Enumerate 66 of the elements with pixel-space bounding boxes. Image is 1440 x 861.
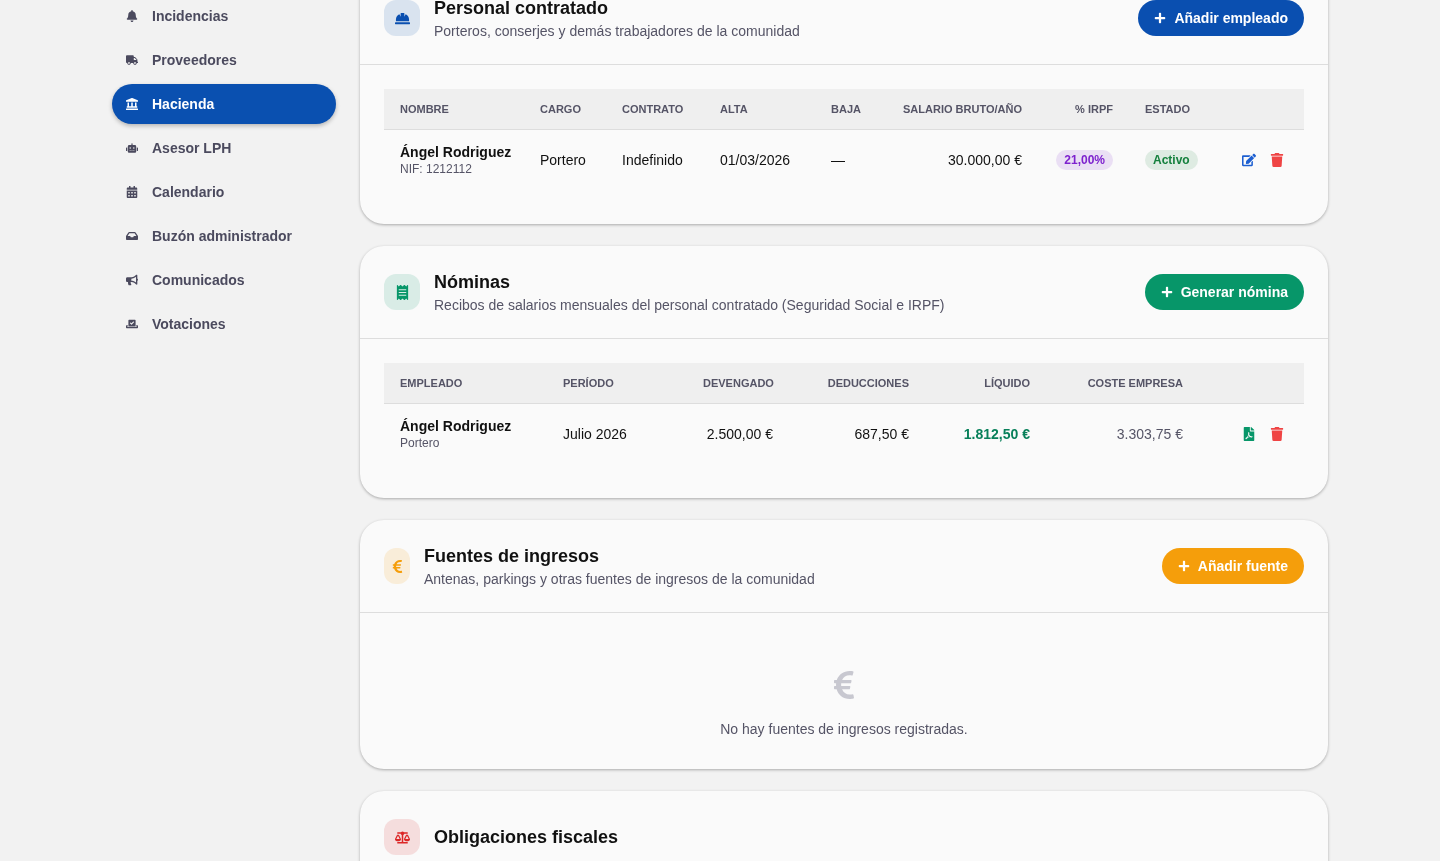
empty-message: No hay fuentes de ingresos registradas. bbox=[720, 721, 968, 737]
column-header: % IRPF bbox=[1074, 103, 1114, 115]
table-cell-text: 2.500,00 € bbox=[705, 426, 774, 442]
truck-icon bbox=[126, 54, 138, 66]
employee-detail: Portero bbox=[400, 436, 441, 450]
sidebar-item[interactable]: Asesor LPH bbox=[112, 128, 336, 168]
table-cell-text: 1.812,50 € bbox=[962, 426, 1031, 442]
table-cell-text: 01/03/2026 bbox=[719, 152, 792, 168]
table-cell-text: 687,50 € bbox=[853, 426, 910, 442]
section-subtitle: Porteros, conserjes y demás trabajadores de la comunidad bbox=[434, 22, 801, 39]
table-cell-text: — bbox=[830, 152, 846, 168]
column-header: ALTA bbox=[719, 103, 749, 115]
section-title: Personal contratado bbox=[434, 0, 610, 19]
column-header: COSTE EMPRESA bbox=[1086, 377, 1184, 389]
section-title: Obligaciones fiscales bbox=[434, 826, 620, 848]
add-button[interactable]: Generar nómina bbox=[1144, 274, 1304, 310]
column-header: EMPLEADO bbox=[399, 377, 464, 389]
table-cell-text: Portero bbox=[539, 152, 587, 168]
plus-icon bbox=[1154, 12, 1167, 24]
column-header: CONTRATO bbox=[621, 103, 685, 115]
sidebar-item[interactable]: Proveedores bbox=[112, 40, 336, 80]
calendar-icon bbox=[126, 186, 138, 198]
sidebar-item[interactable]: Buzón administrador bbox=[112, 216, 336, 256]
column-header: ESTADO bbox=[1144, 103, 1192, 115]
megaphone-icon bbox=[126, 274, 138, 286]
inbox-icon bbox=[126, 230, 138, 242]
euro-icon bbox=[384, 548, 410, 584]
section-title: Nóminas bbox=[434, 271, 512, 293]
column-header: DEDUCCIONES bbox=[826, 377, 910, 389]
section-subtitle: Antenas, parkings y otras fuentes de ingresos de la comunidad bbox=[424, 570, 816, 587]
receipt-icon bbox=[384, 274, 420, 310]
trash-icon[interactable] bbox=[1270, 153, 1284, 167]
bank-icon bbox=[126, 98, 138, 110]
add-button[interactable]: Añadir empleado bbox=[1138, 0, 1304, 36]
table-cell-text: Julio 2026 bbox=[562, 426, 628, 442]
employee-detail: NIF: 1212112 bbox=[400, 162, 473, 176]
sidebar-item[interactable]: Incidencias bbox=[112, 0, 336, 36]
table-cell-text: Indefinido bbox=[621, 152, 684, 168]
table-cell-text: 30.000,00 € bbox=[947, 152, 1023, 168]
status-badge: Activo bbox=[1145, 150, 1198, 170]
column-header: BAJA bbox=[830, 103, 862, 115]
column-header: SALARIO BRUTO/AÑO bbox=[902, 103, 1023, 115]
column-header: NOMBRE bbox=[399, 103, 450, 115]
robot-icon bbox=[126, 142, 138, 154]
section-title: Fuentes de ingresos bbox=[424, 545, 601, 567]
status-badge: 21,00% bbox=[1056, 150, 1113, 170]
sidebar-item[interactable]: Hacienda bbox=[112, 84, 336, 124]
employee-name: Ángel Rodriguez bbox=[400, 418, 513, 434]
table-cell-text: 3.303,75 € bbox=[1115, 426, 1184, 442]
column-header: PERÍODO bbox=[562, 377, 615, 389]
sidebar-item[interactable]: Comunicados bbox=[112, 260, 336, 300]
sidebar-item[interactable]: Calendario bbox=[112, 172, 336, 212]
column-header: DEVENGADO bbox=[702, 377, 775, 389]
edit-icon[interactable] bbox=[1242, 153, 1256, 167]
column-header: CARGO bbox=[539, 103, 582, 115]
sidebar-item[interactable]: Votaciones bbox=[112, 304, 336, 344]
column-header: LÍQUIDO bbox=[983, 377, 1031, 389]
hard-hat-icon bbox=[384, 0, 420, 36]
plus-icon bbox=[1177, 560, 1190, 572]
pdf-file-icon[interactable] bbox=[1242, 427, 1256, 441]
scale-icon bbox=[384, 819, 420, 855]
trash-icon[interactable] bbox=[1270, 427, 1284, 441]
section-subtitle: Recibos de salarios mensuales del personal contratado (Seguridad Social e IRPF) bbox=[434, 296, 946, 313]
bell-icon bbox=[126, 10, 138, 22]
ballot-icon bbox=[126, 318, 138, 330]
plus-icon bbox=[1160, 286, 1173, 298]
